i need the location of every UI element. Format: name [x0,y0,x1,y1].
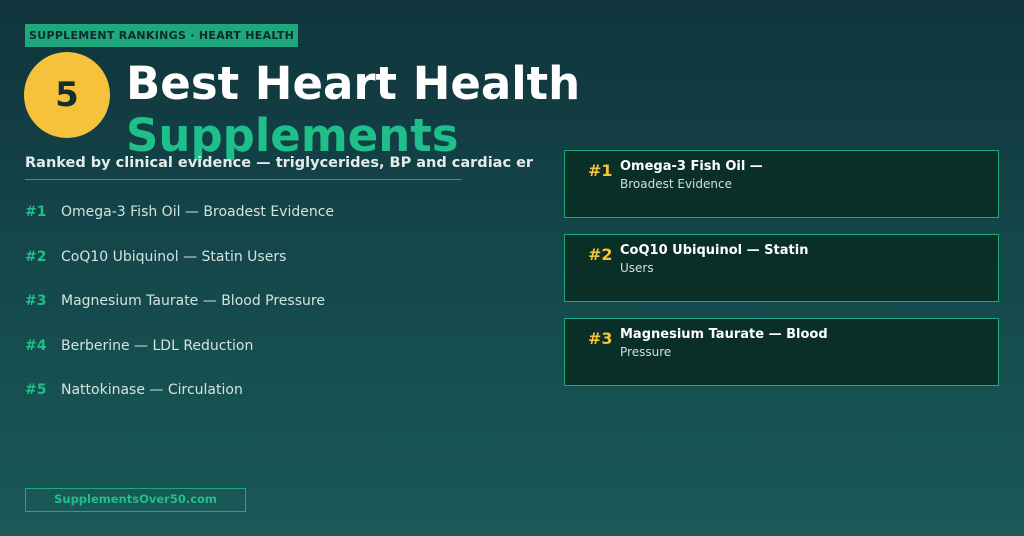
list-item: #5 Nattokinase — Circulation [25,368,545,413]
site-link[interactable]: SupplementsOver50.com [25,488,246,512]
rank-text: CoQ10 Ubiquinol — Statin Users [61,248,287,265]
rank-text: Nattokinase — Circulation [61,382,243,399]
list-item: #1 Omega-3 Fish Oil — Broadest Evidence [25,190,545,235]
rank-number: #3 [25,293,47,310]
title-divider [25,179,462,180]
card-rank-number: #3 [588,329,613,348]
rank-text: Magnesium Taurate — Blood Pressure [61,293,325,310]
list-item: #3 Magnesium Taurate — Blood Pressure [25,279,545,324]
card-rank-number: #2 [588,245,613,264]
list-item: #4 Berberine — LDL Reduction [25,324,545,369]
ranking-card-2: #2 CoQ10 Ubiquinol — Statin Users [564,234,999,302]
card-title: Omega-3 Fish Oil — [620,159,763,174]
rankings-list: #1 Omega-3 Fish Oil — Broadest Evidence … [25,190,545,413]
number-badge: 5 [24,52,110,138]
page-subtitle: Ranked by clinical evidence — triglyceri… [25,155,534,171]
rank-text: Berberine — LDL Reduction [61,337,254,354]
rank-number: #5 [25,382,47,399]
page-title-line1: Best Heart Health [126,57,581,110]
ranking-card-3: #3 Magnesium Taurate — Blood Pressure [564,318,999,386]
card-title: Magnesium Taurate — Blood [620,327,828,342]
ranking-card-1: #1 Omega-3 Fish Oil — Broadest Evidence [564,150,999,218]
card-rank-number: #1 [588,161,613,180]
rank-number: #2 [25,248,47,265]
card-subtitle: Broadest Evidence [620,177,732,191]
rank-number: #4 [25,337,47,354]
card-subtitle: Users [620,261,654,275]
list-item: #2 CoQ10 Ubiquinol — Statin Users [25,235,545,280]
card-subtitle: Pressure [620,345,672,359]
rank-number: #1 [25,204,47,221]
rank-text: Omega-3 Fish Oil — Broadest Evidence [61,204,335,221]
category-tag: SUPPLEMENT RANKINGS · HEART HEALTH [25,24,299,47]
card-title: CoQ10 Ubiquinol — Statin [620,243,809,258]
